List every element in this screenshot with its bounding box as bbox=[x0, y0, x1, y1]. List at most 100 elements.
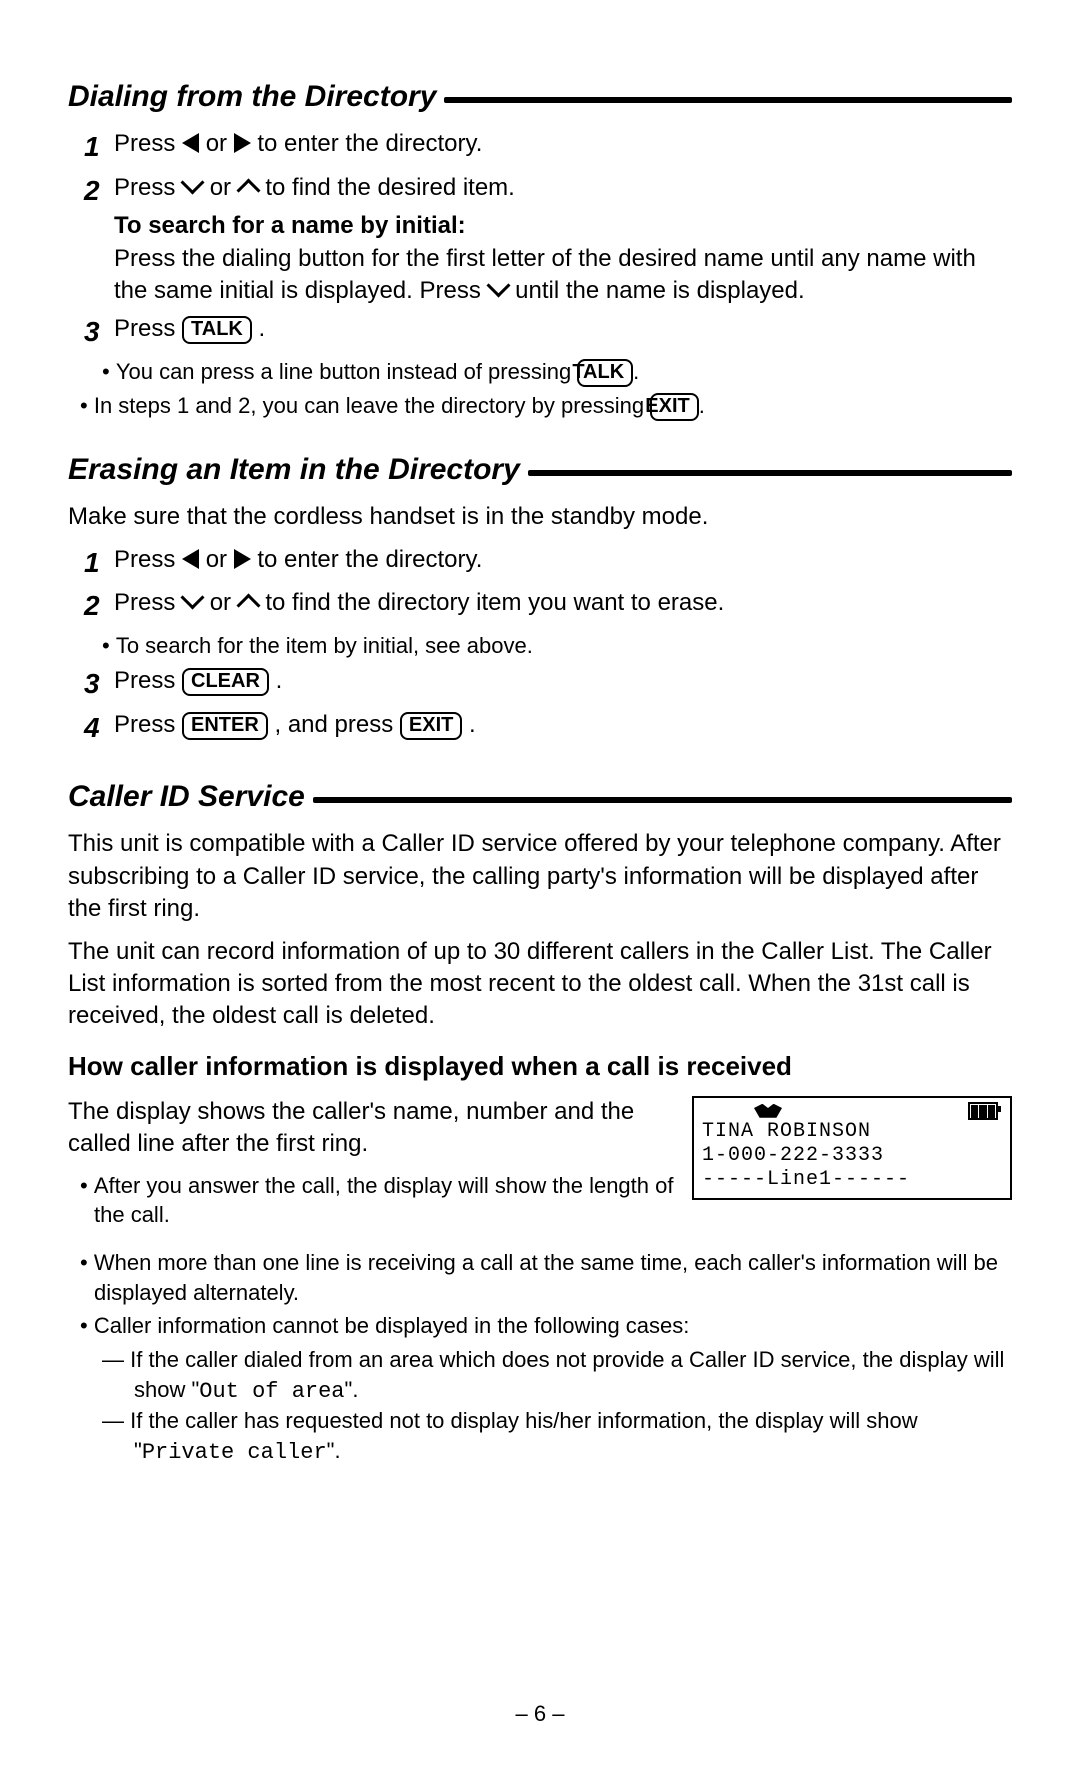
text: Press bbox=[114, 315, 182, 342]
text: or bbox=[210, 174, 238, 201]
step-body: Press CLEAR . bbox=[114, 665, 1012, 703]
step-body: Press TALK . bbox=[114, 313, 1012, 351]
step-body: Press ENTER , and press EXIT . bbox=[114, 709, 1012, 747]
text: to enter the directory. bbox=[257, 546, 482, 573]
step-3: 3 Press CLEAR . bbox=[68, 665, 1012, 703]
text: Press bbox=[114, 589, 182, 616]
top-bullet: • In steps 1 and 2, you can leave the di… bbox=[68, 391, 1012, 421]
signal-icon bbox=[754, 1104, 782, 1118]
intro-text: Make sure that the cordless handset is i… bbox=[68, 501, 1012, 533]
step-number: 1 bbox=[84, 128, 114, 166]
step-number: 4 bbox=[84, 709, 114, 747]
step-body: Press or to find the desired item. To se… bbox=[114, 172, 1012, 308]
step-body: Press or to find the directory item you … bbox=[114, 587, 1012, 625]
step-number: 1 bbox=[84, 544, 114, 582]
display-row: The display shows the caller's name, num… bbox=[68, 1096, 1012, 1234]
step-3: 3 Press TALK . bbox=[68, 313, 1012, 351]
sub-bullet: • To search for the item by initial, see… bbox=[68, 631, 1012, 661]
triangle-left-icon bbox=[182, 549, 199, 569]
section-header-erasing: Erasing an Item in the Directory bbox=[68, 453, 1012, 487]
mono-text: Out of area bbox=[199, 1379, 344, 1404]
text: In steps 1 and 2, you can leave the dire… bbox=[94, 393, 650, 418]
section-rule bbox=[313, 797, 1012, 803]
sub-bullet: • You can press a line button instead of… bbox=[68, 357, 1012, 387]
text: When more than one line is receiving a c… bbox=[94, 1250, 998, 1305]
text: , and press bbox=[274, 711, 399, 738]
paragraph: The unit can record information of up to… bbox=[68, 936, 1012, 1033]
dash-item: — If the caller dialed from an area whic… bbox=[68, 1345, 1012, 1406]
step-number: 2 bbox=[84, 172, 114, 308]
text: to find the desired item. bbox=[265, 174, 514, 201]
text: . bbox=[699, 393, 705, 418]
text: Press bbox=[114, 130, 182, 157]
battery-icon bbox=[968, 1102, 998, 1120]
text: . bbox=[469, 711, 476, 738]
bullet: • Caller information cannot be displayed… bbox=[68, 1311, 1012, 1341]
text: . bbox=[276, 667, 283, 694]
text: After you answer the call, the display w… bbox=[94, 1173, 674, 1228]
section-header-dialing: Dialing from the Directory bbox=[68, 80, 1012, 114]
text: or bbox=[206, 546, 234, 573]
section-rule bbox=[444, 97, 1012, 103]
step-2: 2 Press or to find the desired item. To … bbox=[68, 172, 1012, 308]
chevron-down-icon bbox=[180, 586, 204, 610]
text: To search for the item by initial, see a… bbox=[116, 633, 533, 658]
section-title: Caller ID Service bbox=[68, 780, 305, 814]
text: Press bbox=[114, 546, 182, 573]
step-body: Press or to enter the directory. bbox=[114, 544, 1012, 582]
subheading: How caller information is displayed when… bbox=[68, 1051, 1012, 1082]
chevron-down-icon bbox=[180, 170, 204, 194]
paragraph: This unit is compatible with a Caller ID… bbox=[68, 828, 1012, 925]
step-2: 2 Press or to find the directory item yo… bbox=[68, 587, 1012, 625]
section-title: Dialing from the Directory bbox=[68, 80, 436, 114]
manual-page: Dialing from the Directory 1 Press or to… bbox=[0, 0, 1080, 1767]
chevron-down-icon bbox=[486, 273, 510, 297]
text: or bbox=[210, 589, 238, 616]
screen-line2: 1-000-222-3333 bbox=[702, 1144, 1002, 1168]
text: . bbox=[259, 315, 266, 342]
text: Press bbox=[114, 174, 182, 201]
triangle-right-icon bbox=[234, 133, 251, 153]
text: or bbox=[206, 130, 234, 157]
step-1: 1 Press or to enter the directory. bbox=[68, 544, 1012, 582]
key-talk: TALK bbox=[182, 316, 252, 344]
display-intro: The display shows the caller's name, num… bbox=[68, 1096, 674, 1161]
page-number: – 6 – bbox=[0, 1701, 1080, 1727]
search-title: To search for a name by initial: bbox=[114, 212, 466, 239]
text: to find the directory item you want to e… bbox=[265, 589, 724, 616]
step-number: 3 bbox=[84, 665, 114, 703]
key-clear: CLEAR bbox=[182, 668, 269, 696]
section-title: Erasing an Item in the Directory bbox=[68, 453, 520, 487]
section-rule bbox=[528, 470, 1012, 476]
lcd-screen: TINA ROBINSON 1-000-222-3333 -----Line1-… bbox=[692, 1096, 1012, 1200]
bullet: • When more than one line is receiving a… bbox=[68, 1248, 1012, 1307]
step-number: 2 bbox=[84, 587, 114, 625]
text: ". bbox=[327, 1438, 341, 1463]
mono-text: Private caller bbox=[142, 1440, 327, 1465]
key-enter: ENTER bbox=[182, 712, 268, 740]
chevron-up-icon bbox=[236, 594, 260, 618]
text: ". bbox=[345, 1377, 359, 1402]
screen-status-row bbox=[702, 1102, 1002, 1120]
text: to enter the directory. bbox=[257, 130, 482, 157]
key-exit: EXIT bbox=[650, 393, 698, 421]
step-4: 4 Press ENTER , and press EXIT . bbox=[68, 709, 1012, 747]
text: . bbox=[633, 359, 639, 384]
text: Press bbox=[114, 667, 182, 694]
key-talk: TALK bbox=[577, 359, 633, 387]
triangle-left-icon bbox=[182, 133, 199, 153]
step-1: 1 Press or to enter the directory. bbox=[68, 128, 1012, 166]
step-body: Press or to enter the directory. bbox=[114, 128, 1012, 166]
triangle-right-icon bbox=[234, 549, 251, 569]
display-text-col: The display shows the caller's name, num… bbox=[68, 1096, 674, 1234]
chevron-up-icon bbox=[236, 178, 260, 202]
sub-bullet: • After you answer the call, the display… bbox=[68, 1171, 674, 1230]
search-body: until the name is displayed. bbox=[515, 277, 805, 304]
text: Caller information cannot be displayed i… bbox=[94, 1313, 690, 1338]
step-number: 3 bbox=[84, 313, 114, 351]
screen-line1: TINA ROBINSON bbox=[702, 1120, 1002, 1144]
screen-line3: -----Line1------ bbox=[702, 1168, 1002, 1192]
text: Press bbox=[114, 711, 182, 738]
dash-item: — If the caller has requested not to dis… bbox=[68, 1406, 1012, 1467]
text: You can press a line button instead of p… bbox=[116, 359, 578, 384]
